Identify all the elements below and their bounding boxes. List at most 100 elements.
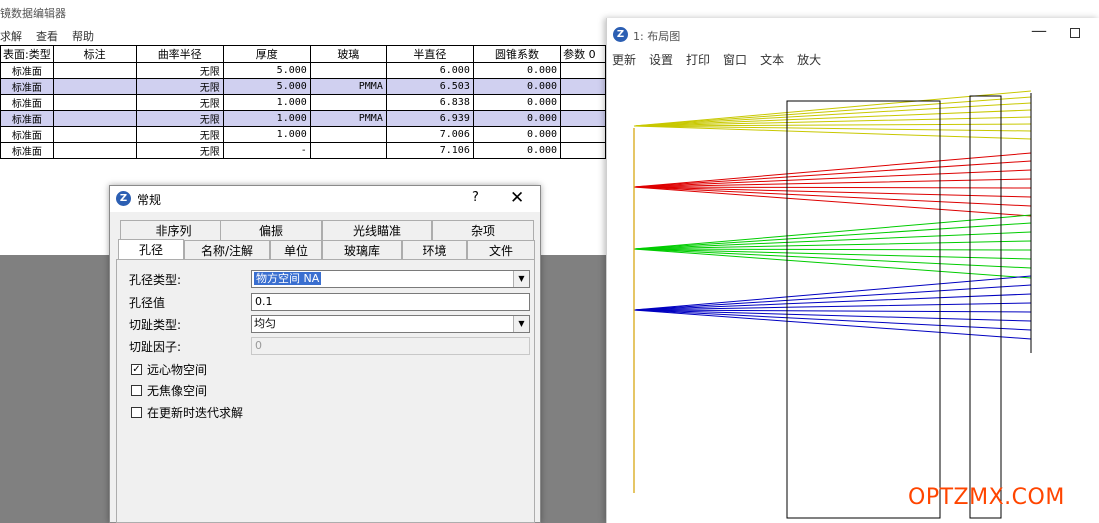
menu-view[interactable]: 查看 [36,28,58,44]
tab-non-sequential[interactable]: 非序列 [120,220,227,240]
col-header-surface-type[interactable]: 表面:类型 [0,45,54,63]
conic-cell[interactable]: 0.000 [472,110,562,127]
col-header-glass[interactable]: 玻璃 [309,45,387,63]
radius-cell[interactable]: 无限 [135,94,224,111]
surface-type-cell[interactable]: 标准面 [0,78,54,95]
close-button[interactable]: ✕ [510,188,524,208]
thickness-cell[interactable]: 1.000 [222,126,311,143]
comment-cell[interactable] [52,78,137,95]
checkbox-box[interactable]: ✓ [131,364,142,375]
table-row[interactable]: 标准面 无限 5.000 PMMA 6.503 0.000 [0,78,606,95]
param0-cell[interactable] [560,126,606,143]
table-row[interactable]: 标准面 无限 1.000 PMMA 6.939 0.000 [0,110,606,127]
table-row[interactable]: 标准面 无限 1.000 6.838 0.000 [0,94,606,111]
radius-cell[interactable]: 无限 [135,62,224,79]
conic-cell[interactable]: 0.000 [472,126,562,143]
checkbox-box[interactable] [131,385,142,396]
aperture-value-input[interactable]: 0.1 [251,293,530,311]
radius-cell[interactable]: 无限 [135,126,224,143]
iterate-solves-checkbox[interactable]: 在更新时迭代求解 [131,404,243,421]
param0-cell[interactable] [560,62,606,79]
conic-cell[interactable]: 0.000 [472,142,562,159]
general-settings-dialog: Z 常规 ? ✕ 非序列 偏振 光线瞄准 杂项 孔径 名称/注解 单位 玻璃库 … [109,185,541,523]
menu-zoom[interactable]: 放大 [797,51,821,68]
tab-glass-catalogs[interactable]: 玻璃库 [322,240,402,260]
surface-type-cell[interactable]: 标准面 [0,110,54,127]
tab-ray-aiming[interactable]: 光线瞄准 [322,220,432,240]
checkbox-box[interactable] [131,407,142,418]
param0-cell[interactable] [560,142,606,159]
col-header-comment[interactable]: 标注 [52,45,137,63]
menu-window[interactable]: 窗口 [723,51,747,68]
semi-diameter-cell[interactable]: 6.000 [385,62,474,79]
tab-files[interactable]: 文件 [467,240,535,260]
semi-diameter-cell[interactable]: 7.106 [385,142,474,159]
semi-diameter-cell[interactable]: 6.503 [385,78,474,95]
radius-cell[interactable]: 无限 [135,78,224,95]
conic-cell[interactable]: 0.000 [472,78,562,95]
thickness-cell[interactable]: 5.000 [222,78,311,95]
table-row[interactable]: 标准面 无限 - 7.106 0.000 [0,142,606,159]
glass-cell[interactable]: PMMA [309,78,387,95]
glass-cell[interactable] [309,142,387,159]
aperture-type-select[interactable]: 物方空间 NA ▼ [251,270,530,288]
surface-type-cell[interactable]: 标准面 [0,126,54,143]
table-row[interactable]: 标准面 无限 5.000 6.000 0.000 [0,62,606,79]
col-header-conic[interactable]: 圆锥系数 [472,45,562,63]
param0-cell[interactable] [560,110,606,127]
surface-type-cell[interactable]: 标准面 [0,62,54,79]
telecentric-object-checkbox[interactable]: ✓ 远心物空间 [131,361,207,378]
param0-cell[interactable] [560,78,606,95]
thickness-cell[interactable]: 1.000 [222,94,311,111]
menu-settings[interactable]: 设置 [649,51,673,68]
param0-cell[interactable] [560,94,606,111]
comment-cell[interactable] [52,142,137,159]
help-button[interactable]: ? [472,190,479,205]
surface-type-cell[interactable]: 标准面 [0,94,54,111]
ray-line [633,186,1032,189]
tab-units[interactable]: 单位 [270,240,322,260]
chevron-down-icon[interactable]: ▼ [513,271,529,287]
semi-diameter-cell[interactable]: 7.006 [385,126,474,143]
afocal-image-checkbox[interactable]: 无焦像空间 [131,382,207,399]
surface-type-cell[interactable]: 标准面 [0,142,54,159]
watermark-text: OPTZMX.COM [908,485,1065,510]
thickness-cell[interactable]: 5.000 [222,62,311,79]
tab-environment[interactable]: 环境 [402,240,467,260]
table-row[interactable]: 标准面 无限 1.000 7.006 0.000 [0,126,606,143]
chevron-down-icon[interactable]: ▼ [513,316,529,332]
comment-cell[interactable] [52,110,137,127]
tab-aperture[interactable]: 孔径 [118,239,184,261]
menu-update[interactable]: 更新 [612,51,636,68]
glass-cell[interactable] [309,62,387,79]
col-header-semi-diameter[interactable]: 半直径 [385,45,474,63]
col-header-param0[interactable]: 参数 0 [560,45,606,63]
menu-print[interactable]: 打印 [686,51,710,68]
menu-help[interactable]: 帮助 [72,28,94,44]
thickness-cell[interactable]: 1.000 [222,110,311,127]
semi-diameter-cell[interactable]: 6.939 [385,110,474,127]
radius-cell[interactable]: 无限 [135,142,224,159]
col-header-radius[interactable]: 曲率半径 [135,45,224,63]
thickness-cell[interactable]: - [222,142,311,159]
conic-cell[interactable]: 0.000 [472,62,562,79]
comment-cell[interactable] [52,126,137,143]
semi-diameter-cell[interactable]: 6.838 [385,94,474,111]
glass-cell[interactable] [309,126,387,143]
maximize-icon[interactable] [1070,28,1080,38]
radius-cell[interactable]: 无限 [135,110,224,127]
comment-cell[interactable] [52,62,137,79]
glass-cell[interactable]: PMMA [309,110,387,127]
menu-text[interactable]: 文本 [760,51,784,68]
comment-cell[interactable] [52,94,137,111]
glass-cell[interactable] [309,94,387,111]
minimize-icon[interactable]: — [1031,21,1047,40]
menu-solve[interactable]: 求解 [0,28,22,44]
tab-polarization[interactable]: 偏振 [220,220,322,240]
col-header-thickness[interactable]: 厚度 [222,45,311,63]
conic-cell[interactable]: 0.000 [472,94,562,111]
tab-misc[interactable]: 杂项 [432,220,534,240]
tab-title-notes[interactable]: 名称/注解 [184,240,270,260]
apodization-type-select[interactable]: 均匀 ▼ [251,315,530,333]
dialog-titlebar[interactable]: Z 常规 ? ✕ [110,186,540,212]
